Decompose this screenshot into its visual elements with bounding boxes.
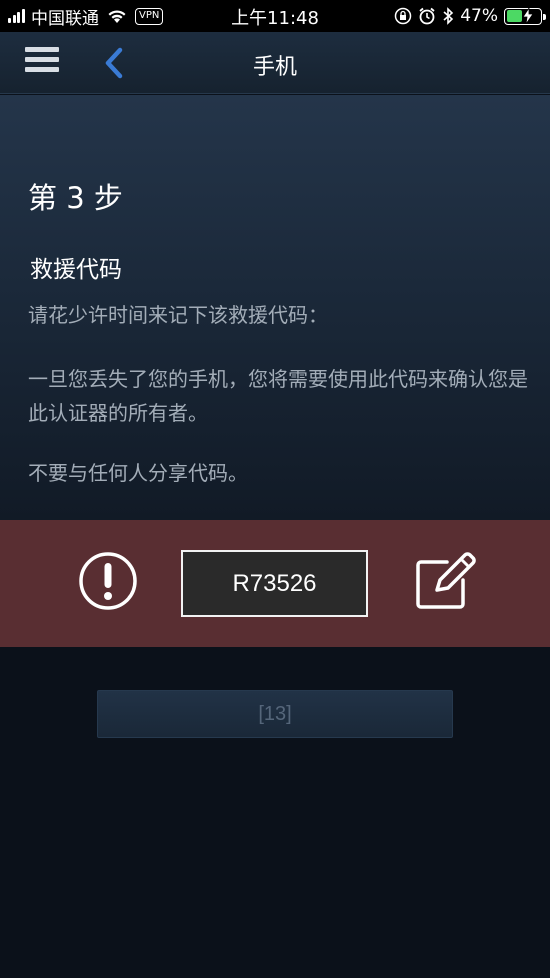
alarm-icon xyxy=(419,7,435,25)
instruction-text: 请花少许时间来记下该救援代码： xyxy=(28,303,328,327)
main-content: 第 3 步 救援代码 请花少许时间来记下该救援代码： 一旦您丢失了您的手机，您将… xyxy=(0,95,550,520)
step-title: 第 3 步 xyxy=(28,181,123,215)
battery-icon xyxy=(504,7,546,25)
battery-level-fill xyxy=(506,10,522,22)
countdown-button[interactable]: [13] xyxy=(97,690,453,738)
navigation-bar: 手机 xyxy=(0,32,550,94)
page-title: 手机 xyxy=(252,55,297,80)
status-right: 47% xyxy=(388,5,546,27)
status-bar: 中国联通 VPN 上午11:48 47% xyxy=(0,0,550,32)
warning-text: 不要与任何人分享代码。 xyxy=(28,461,248,485)
charging-bolt-icon xyxy=(523,7,533,24)
battery-percent: 47% xyxy=(460,6,498,26)
orientation-lock-icon xyxy=(394,7,412,25)
recovery-code: R73526 xyxy=(181,550,368,617)
chevron-left-icon[interactable] xyxy=(100,46,128,80)
explanation-text: 一旦您丢失了您的手机，您将需要使用此代码来确认您是此认证器的所有者。 xyxy=(28,367,528,425)
section-title: 救援代码 xyxy=(30,257,122,283)
bluetooth-icon xyxy=(443,7,454,25)
recovery-code-panel: R73526 xyxy=(0,520,550,647)
edit-note-icon[interactable] xyxy=(413,548,477,612)
hamburger-menu-icon[interactable] xyxy=(25,47,59,77)
exclamation-circle-icon xyxy=(79,552,137,610)
